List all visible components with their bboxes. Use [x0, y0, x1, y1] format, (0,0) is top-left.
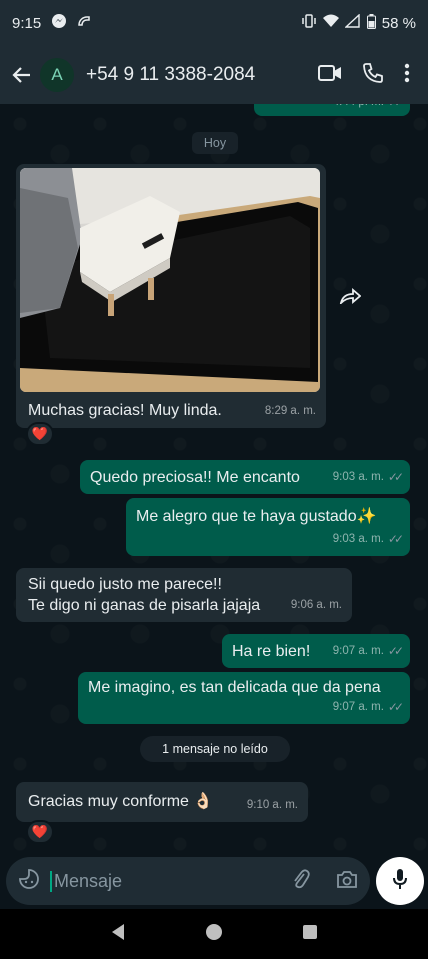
avatar-letter: A: [51, 65, 63, 84]
reaction-badge[interactable]: ❤️: [26, 422, 54, 446]
wifi-icon: [322, 14, 339, 32]
previous-message-bubble[interactable]: 4:44 p. m. ✓✓: [254, 104, 410, 116]
message-time: 8:29 a. m.: [264, 405, 316, 417]
camera-icon[interactable]: [336, 869, 358, 894]
status-bar: 9:15 58 %: [0, 0, 428, 46]
message-text-line1: Sii quedo justo me parece!!: [28, 576, 222, 593]
forward-button[interactable]: [332, 280, 368, 316]
unread-label: 1 mensaje no leído: [162, 742, 268, 756]
message-input[interactable]: Mensaje: [6, 857, 370, 905]
nav-home-icon[interactable]: [205, 923, 223, 946]
forward-icon: [339, 287, 362, 309]
chat-header: A +54 9 11 3388-2084: [0, 46, 428, 104]
reaction-emoji: ❤️: [31, 824, 49, 839]
incoming-message-bubble[interactable]: Gracias muy conforme 👌🏻 9:10 a. m.: [16, 782, 308, 822]
messenger-notification-icon: [51, 13, 67, 33]
vibrate-icon: [301, 14, 317, 32]
system-navigation-bar: [0, 909, 428, 959]
outgoing-message-bubble[interactable]: Me imagino, es tan delicada que da pena …: [78, 672, 410, 724]
message-text: Quedo preciosa!! Me encanto: [90, 469, 300, 486]
double-check-icon: ✓✓: [387, 700, 404, 714]
phone-icon[interactable]: [362, 62, 384, 89]
message-time: 9:06 a. m.: [290, 599, 342, 611]
signal-icon: [344, 13, 361, 32]
status-time: 9:15: [12, 14, 42, 32]
chat-area[interactable]: 4:44 p. m. ✓✓ Hoy Muchas gracias! Muy lin…: [0, 104, 428, 855]
battery-icon: [366, 13, 376, 33]
message-text: Ha re bien!: [232, 643, 311, 660]
message-text: Me imagino, es tan delicada que da pena: [88, 679, 381, 696]
nav-back-icon[interactable]: [110, 923, 126, 946]
message-text-line2: Te digo ni ganas de pisarla jajaja: [28, 597, 261, 614]
double-check-icon: ✓✓: [387, 470, 404, 484]
message-time: 9:07 a. m.: [332, 645, 384, 657]
double-check-icon: ✓✓: [387, 532, 404, 546]
message-time: 9:03 a. m.: [332, 471, 384, 483]
microphone-button[interactable]: [376, 857, 424, 905]
message-text: Gracias muy conforme 👌🏻: [28, 793, 214, 810]
compose-bar: Mensaje: [0, 855, 428, 909]
battery-level: 58 %: [381, 14, 416, 32]
paperclip-icon[interactable]: [290, 868, 310, 895]
nav-recents-icon[interactable]: [302, 924, 318, 945]
double-check-icon: ✓✓: [387, 644, 404, 658]
arrow-left-icon[interactable]: [8, 61, 36, 89]
message-text: Me alegro que te haya gustado✨: [136, 508, 377, 525]
unread-separator: 1 mensaje no leído: [140, 736, 290, 762]
video-camera-icon[interactable]: [318, 64, 342, 87]
image-message-bubble[interactable]: Muchas gracias! Muy linda. 8:29 a. m.: [16, 164, 326, 428]
rug-photo[interactable]: [20, 168, 320, 392]
double-check-icon: ✓✓: [388, 104, 404, 113]
microphone-icon: [392, 868, 408, 895]
avatar[interactable]: A: [40, 58, 74, 92]
message-placeholder[interactable]: Mensaje: [50, 870, 122, 892]
outgoing-message-bubble[interactable]: Quedo preciosa!! Me encanto 9:03 a. m. ✓✓: [80, 460, 410, 494]
message-text: Muchas gracias! Muy linda.: [28, 402, 222, 419]
message-time: 9:07 a. m.: [332, 701, 384, 713]
outgoing-message-bubble[interactable]: Ha re bien! 9:07 a. m. ✓✓: [222, 634, 410, 668]
reaction-badge[interactable]: ❤️: [26, 820, 54, 844]
outgoing-message-bubble[interactable]: Me alegro que te haya gustado✨ 9:03 a. m…: [126, 498, 410, 556]
message-time: 9:10 a. m.: [246, 799, 298, 811]
date-label: Hoy: [203, 136, 227, 150]
date-separator: Hoy: [192, 132, 238, 154]
sticker-icon[interactable]: [18, 868, 40, 895]
contact-name[interactable]: +54 9 11 3388-2084: [86, 64, 255, 86]
message-time: 9:03 a. m.: [332, 533, 384, 545]
app-notification-icon: [77, 14, 91, 32]
reaction-emoji: ❤️: [31, 426, 49, 441]
message-time: 4:44 p. m.: [333, 104, 384, 113]
incoming-message-bubble[interactable]: Sii quedo justo me parece!! Te digo ni g…: [16, 568, 352, 622]
more-vertical-icon[interactable]: [404, 63, 410, 88]
